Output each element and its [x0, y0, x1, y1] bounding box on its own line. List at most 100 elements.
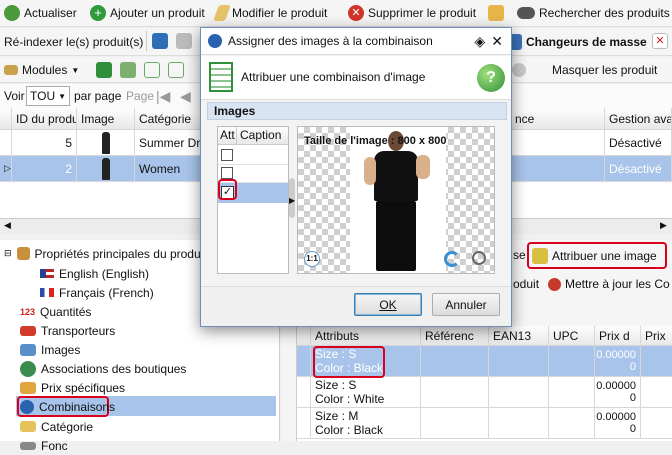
prev-page-icon[interactable]: ◀: [180, 88, 191, 105]
edit-product-button[interactable]: Modifier le produit: [213, 2, 327, 24]
copy-icon[interactable]: [152, 33, 168, 49]
truck-icon: [20, 325, 36, 336]
export-icon[interactable]: [96, 62, 112, 78]
close-icon[interactable]: ✕: [491, 33, 503, 50]
tree-label: Associations des boutiques: [41, 361, 187, 376]
reindex-button[interactable]: Ré-indexer le(s) produit(s): [4, 31, 143, 53]
tree-item-specific-prices[interactable]: Prix spécifiques: [20, 378, 125, 397]
per-page-select[interactable]: TOU ▼: [26, 86, 70, 106]
column-header[interactable]: Prix d: [595, 326, 641, 345]
refresh-icon: [4, 5, 20, 21]
rotate-icon[interactable]: [444, 251, 460, 267]
produit-button[interactable]: oduit: [513, 273, 539, 295]
tree-item-quantities[interactable]: 123 Quantités: [20, 302, 91, 321]
tree-item-images[interactable]: Images: [20, 340, 80, 359]
zoom-icon[interactable]: [472, 251, 486, 265]
column-header[interactable]: Gestion avan: [605, 108, 672, 129]
list-item[interactable]: [218, 147, 288, 165]
assign-image-button[interactable]: Attribuer une image: [532, 245, 657, 267]
produit-label: oduit: [513, 277, 540, 291]
filter-button[interactable]: [488, 2, 504, 24]
tree-label: Images: [41, 342, 81, 357]
checkbox[interactable]: [221, 167, 233, 179]
tree-item-combinations[interactable]: Combinaisons: [20, 397, 115, 416]
column-header[interactable]: ID du produi: [12, 108, 77, 129]
tree-item-category[interactable]: Catégorie: [20, 417, 93, 436]
selected-combination-highlight: [313, 346, 385, 378]
delete-icon: ✕: [348, 5, 364, 21]
mass-changers-button[interactable]: Changeurs de masse ▼: [510, 31, 659, 53]
refresh-button[interactable]: Actualiser: [4, 2, 77, 24]
close-icon[interactable]: ✕: [652, 33, 668, 49]
row-pointer-icon: ▷: [0, 156, 12, 181]
tree-item-shops[interactable]: Associations des boutiques: [20, 359, 186, 378]
tree-item-french[interactable]: Français (French): [40, 283, 154, 302]
column-header[interactable]: Image: [77, 108, 135, 129]
help-icon[interactable]: ◈: [474, 33, 485, 50]
product-id: 5: [12, 130, 77, 155]
first-page-icon[interactable]: |◀: [156, 88, 170, 105]
expand-icon[interactable]: [144, 62, 160, 78]
chevron-down-icon: ▼: [71, 65, 80, 75]
tree-item-carriers[interactable]: Transporteurs: [20, 321, 115, 340]
product-id: 2: [12, 156, 77, 181]
dialog-header: Attribuer une combinaison d'image ?: [201, 56, 511, 100]
cancel-button[interactable]: Annuler: [432, 293, 500, 316]
combination-row[interactable]: Size : M Color : Black 0.00000 0: [297, 408, 672, 439]
attribute-size: Size : S: [315, 378, 357, 392]
image-size-label: Taille de l'image : 800 x 800: [304, 135, 447, 147]
splitter-arrow-icon: ▶: [289, 196, 296, 205]
col-caption[interactable]: Caption: [237, 127, 281, 144]
paste-icon[interactable]: [176, 33, 192, 49]
assign-images-dialog: Assigner des images à la combinaison ◈ ✕…: [200, 27, 512, 327]
add-product-button[interactable]: + Ajouter un produit: [90, 2, 205, 24]
collapse-icon[interactable]: [168, 62, 184, 78]
scroll-right-icon[interactable]: ▶: [660, 220, 667, 231]
collapse-icon: ⊟: [4, 248, 12, 258]
tree-item-features[interactable]: Fonc: [20, 436, 68, 455]
quantities-icon: 123: [20, 306, 36, 317]
combinations-grid: Attributs Référenc EAN13 UPC Prix d Prix…: [296, 326, 672, 441]
column-header[interactable]: UPC: [549, 326, 595, 345]
combinations-icon: [20, 399, 34, 414]
attribute-size: Size : M: [315, 409, 359, 423]
page-label: Page: [126, 89, 155, 103]
tree-root[interactable]: ⊟ Propriétés principales du produit: [4, 244, 207, 263]
hide-products-button[interactable]: Masquer les produit: [512, 59, 657, 81]
price-tag-icon: [20, 381, 36, 394]
chevron-down-icon: ▼: [58, 91, 66, 101]
images-section-label: Images: [214, 104, 256, 118]
image-list-header: Att Caption: [218, 127, 288, 145]
column-header[interactable]: Attributs: [311, 326, 421, 345]
per-page-label: par page: [74, 89, 122, 103]
ok-button[interactable]: OK: [354, 293, 422, 316]
delete-product-label: Supprimer le produit: [368, 6, 477, 20]
col-att[interactable]: Att: [218, 127, 237, 144]
product-thumbnail: [77, 156, 135, 181]
modules-label: Modules: [22, 63, 68, 77]
column-header[interactable]: EAN13: [489, 326, 549, 345]
combination-row[interactable]: Size : S Color : White 0.00000 0: [297, 377, 672, 408]
features-icon: [20, 441, 36, 450]
tree-label: Transporteurs: [41, 323, 116, 338]
update-combinations-button[interactable]: Mettre à jour les Co: [548, 273, 670, 295]
tree-root-label: Propriétés principales du produit: [34, 246, 207, 261]
search-products-button[interactable]: Rechercher des produits: [517, 2, 670, 24]
binoculars-icon: [517, 7, 535, 19]
app-icon: [208, 34, 222, 48]
advanced-stock: Désactivé: [605, 156, 672, 181]
checkbox[interactable]: [221, 149, 233, 161]
se-label: se: [513, 248, 526, 262]
delete-product-button[interactable]: ✕ Supprimer le produit: [348, 2, 476, 24]
grid-view-icon[interactable]: [120, 62, 136, 78]
column-header[interactable]: Catégorie: [135, 108, 205, 129]
column-header[interactable]: Prix: [641, 326, 672, 345]
document-icon: [209, 62, 233, 92]
toggle-icon: [512, 63, 526, 77]
modules-dropdown[interactable]: Modules ▼: [4, 59, 79, 81]
tree-item-english[interactable]: English (English): [40, 264, 149, 283]
impact-price-2: 0: [629, 392, 636, 404]
actual-size-icon[interactable]: 1:1: [304, 251, 320, 267]
column-header[interactable]: Référenc: [421, 326, 489, 345]
scroll-left-icon[interactable]: ◀: [4, 220, 11, 231]
